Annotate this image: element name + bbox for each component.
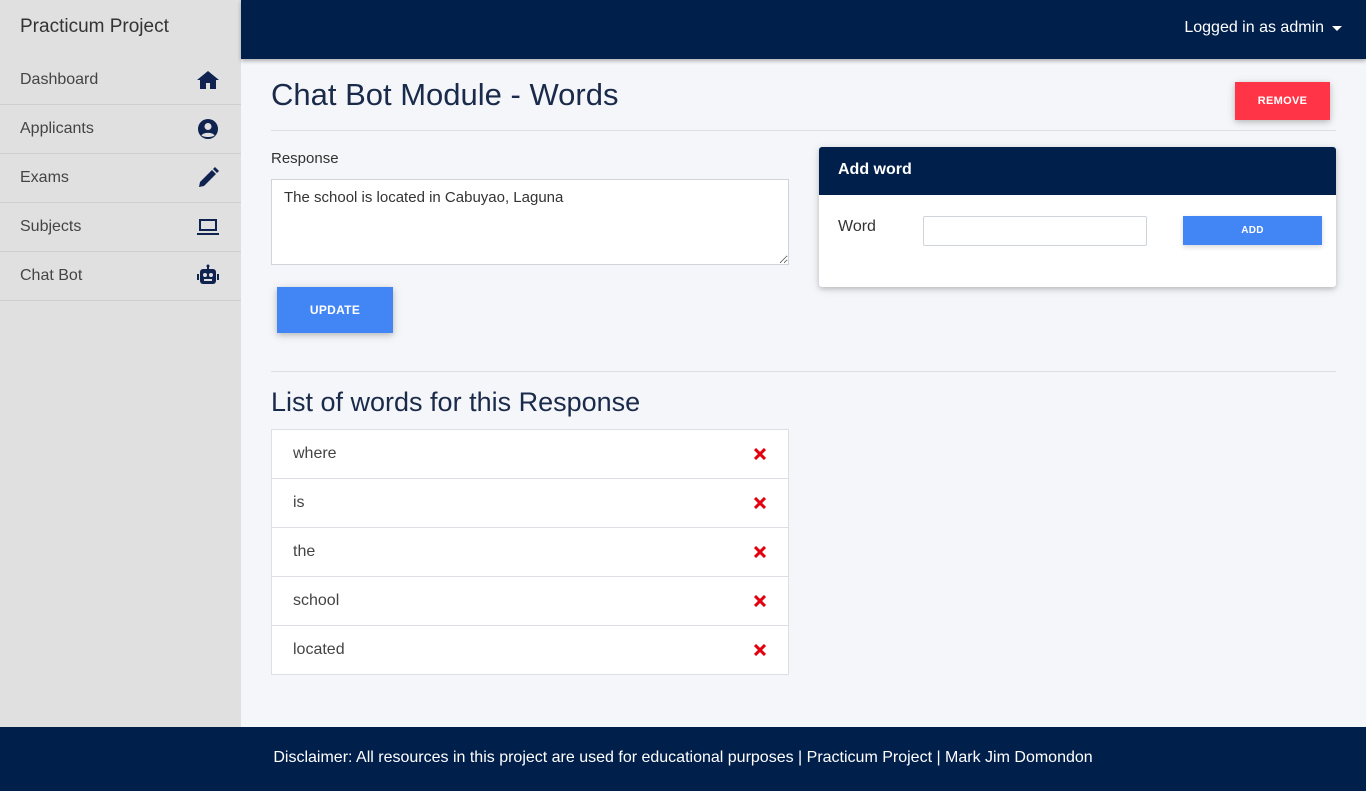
- list-item: school: [271, 576, 789, 626]
- delete-x-icon[interactable]: [753, 447, 768, 461]
- user-circle-icon: [195, 116, 221, 142]
- remove-button[interactable]: REMOVE: [1235, 82, 1330, 120]
- caret-down-icon: [1332, 25, 1342, 31]
- delete-x-icon[interactable]: [753, 643, 768, 657]
- top-navbar: Logged in as admin: [241, 0, 1366, 59]
- sidebar-item-label: Applicants: [20, 120, 94, 137]
- word-text: school: [293, 592, 340, 609]
- word-text: the: [293, 543, 316, 560]
- footer-disclaimer: Disclaimer: All resources in this projec…: [273, 749, 1093, 766]
- word-label: Word: [838, 218, 876, 235]
- word-list: where is the school located: [271, 429, 789, 675]
- laptop-icon: [195, 214, 221, 240]
- home-icon: [195, 67, 221, 93]
- robot-icon: [195, 263, 221, 289]
- sidebar-item-applicants[interactable]: Applicants: [0, 105, 241, 154]
- user-menu-dropdown[interactable]: Logged in as admin: [1184, 19, 1342, 37]
- sidebar-item-label: Dashboard: [20, 71, 99, 88]
- page-title: Chat Bot Module - Words: [271, 77, 619, 112]
- list-item: where: [271, 429, 789, 479]
- sidebar-item-dashboard[interactable]: Dashboard: [0, 56, 241, 105]
- divider: [271, 130, 1336, 131]
- word-text: located: [293, 641, 345, 658]
- list-item: the: [271, 527, 789, 577]
- delete-x-icon[interactable]: [753, 545, 768, 559]
- add-word-button[interactable]: ADD: [1183, 216, 1322, 245]
- list-item: located: [271, 625, 789, 675]
- footer: Disclaimer: All resources in this projec…: [0, 727, 1366, 791]
- sidebar-item-subjects[interactable]: Subjects: [0, 203, 241, 252]
- response-label: Response: [271, 150, 339, 167]
- word-input[interactable]: [923, 216, 1147, 246]
- sidebar-item-label: Exams: [20, 169, 69, 186]
- sidebar-item-chat-bot[interactable]: Chat Bot: [0, 252, 241, 301]
- word-text: is: [293, 494, 305, 511]
- sidebar-item-label: Chat Bot: [20, 267, 83, 284]
- update-button[interactable]: UPDATE: [277, 287, 393, 333]
- list-item: is: [271, 478, 789, 528]
- sidebar-item-exams[interactable]: Exams: [0, 154, 241, 203]
- word-text: where: [293, 445, 337, 462]
- brand-title[interactable]: Practicum Project: [0, 0, 241, 56]
- word-list-title: List of words for this Response: [271, 387, 641, 417]
- delete-x-icon[interactable]: [753, 594, 768, 608]
- add-word-card: Add word Word ADD: [819, 147, 1336, 287]
- add-word-card-title: Add word: [819, 147, 1336, 195]
- divider: [271, 371, 1336, 372]
- pencil-icon: [195, 165, 221, 191]
- delete-x-icon[interactable]: [753, 496, 768, 510]
- sidebar: Practicum Project Dashboard Applicants E…: [0, 0, 241, 727]
- user-menu-label: Logged in as admin: [1184, 19, 1324, 36]
- sidebar-item-label: Subjects: [20, 218, 82, 235]
- response-textarea[interactable]: The school is located in Cabuyao, Laguna: [271, 179, 789, 265]
